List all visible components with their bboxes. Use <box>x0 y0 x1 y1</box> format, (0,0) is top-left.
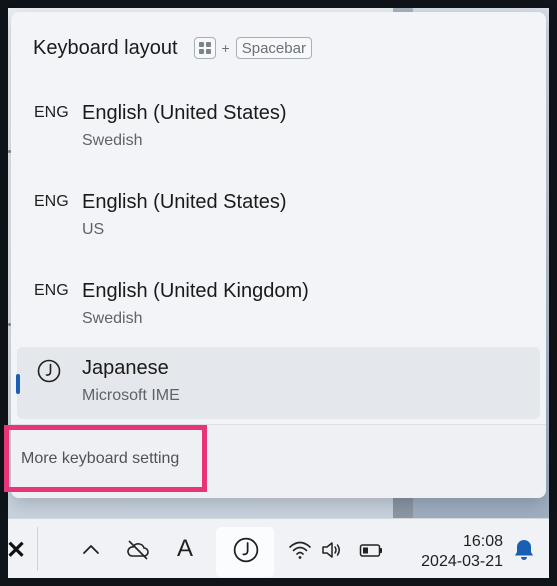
layout-name: Japanese <box>82 357 169 379</box>
clock[interactable]: 16:08 2024-03-21 <box>408 532 503 572</box>
volume-icon[interactable] <box>319 537 345 563</box>
selection-indicator <box>16 374 20 394</box>
flyout-title: Keyboard layout <box>33 36 178 59</box>
layout-name: English (United Kingdom) <box>82 280 309 302</box>
close-x-icon[interactable]: ✕ <box>6 536 26 565</box>
cloud-offline-icon[interactable] <box>125 537 151 563</box>
spacebar-key-badge: Spacebar <box>235 37 312 59</box>
layout-subtitle: Swedish <box>82 132 143 149</box>
ime-japanese-icon <box>233 537 259 563</box>
layout-abbr: ENG <box>34 104 69 121</box>
bell-icon[interactable] <box>511 537 537 563</box>
taskbar-divider <box>37 527 38 571</box>
layout-item-eng-uk-swedish[interactable]: ENG English (United Kingdom) Swedish <box>17 270 540 342</box>
layout-subtitle: Microsoft IME <box>82 387 180 404</box>
flyout-header: Keyboard layout + Spacebar <box>33 34 312 62</box>
shortcut-plus: + <box>221 40 230 56</box>
layout-item-japanese[interactable]: Japanese Microsoft IME <box>16 347 540 419</box>
clock-date: 2024-03-21 <box>421 553 503 570</box>
layout-abbr: ENG <box>34 282 69 299</box>
clock-time: 16:08 <box>462 533 503 550</box>
taskbar-ime-active-button[interactable] <box>216 527 274 577</box>
layout-name: English (United States) <box>82 191 287 213</box>
layout-name: English (United States) <box>82 102 287 124</box>
windows-key-icon <box>193 37 216 59</box>
ime-a-icon[interactable]: A <box>177 535 193 563</box>
ime-japanese-icon <box>37 359 61 383</box>
layout-abbr: ENG <box>34 193 69 210</box>
battery-icon[interactable] <box>358 537 384 563</box>
layout-item-eng-us-swedish[interactable]: ENG English (United States) Swedish <box>17 92 540 164</box>
more-keyboard-settings-link[interactable]: More keyboard setting <box>4 425 207 492</box>
chevron-up-icon[interactable] <box>78 537 104 563</box>
layout-subtitle: US <box>82 221 105 238</box>
wifi-icon[interactable] <box>287 537 313 563</box>
taskbar: ✕ A 16:08 2024-03-21 <box>6 518 549 578</box>
layout-item-eng-us-us[interactable]: ENG English (United States) US <box>17 181 540 253</box>
layout-subtitle: Swedish <box>82 310 143 327</box>
